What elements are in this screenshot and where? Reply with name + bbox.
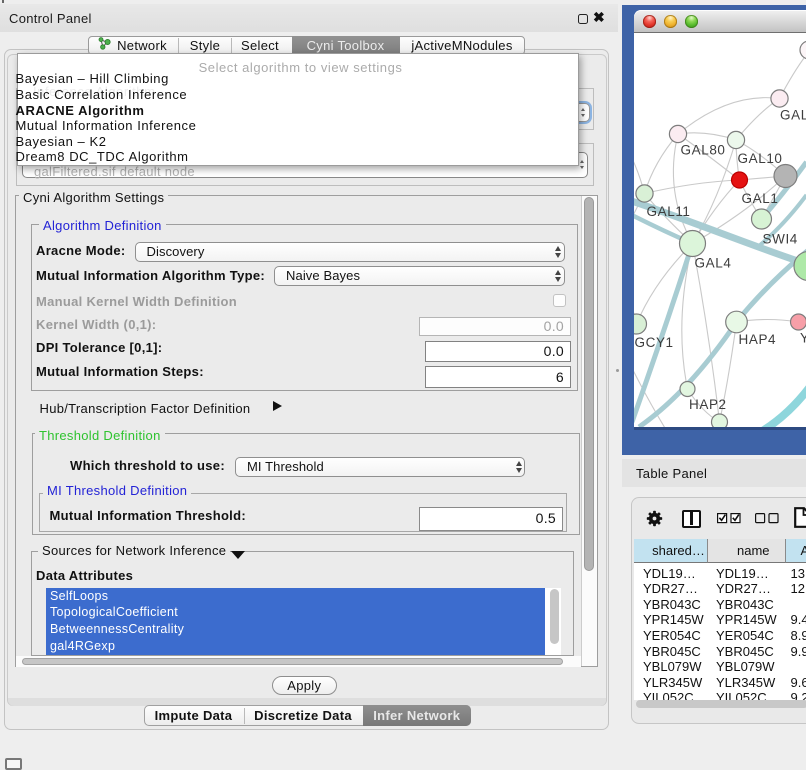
svg-text:GAL2: GAL2 [780, 108, 806, 123]
svg-text:GAL11: GAL11 [646, 204, 690, 219]
svg-text:HAP4: HAP4 [738, 332, 776, 347]
svg-text:GAL80: GAL80 [680, 143, 725, 158]
svg-text:SWI4: SWI4 [762, 232, 797, 247]
svg-text:GAL4: GAL4 [694, 256, 731, 271]
svg-text:GCY1: GCY1 [634, 335, 673, 350]
svg-text:YJ: YJ [800, 331, 806, 346]
svg-text:HAP2: HAP2 [689, 397, 727, 412]
svg-text:GAL10: GAL10 [737, 151, 782, 166]
svg-text:GAL1: GAL1 [741, 191, 778, 206]
